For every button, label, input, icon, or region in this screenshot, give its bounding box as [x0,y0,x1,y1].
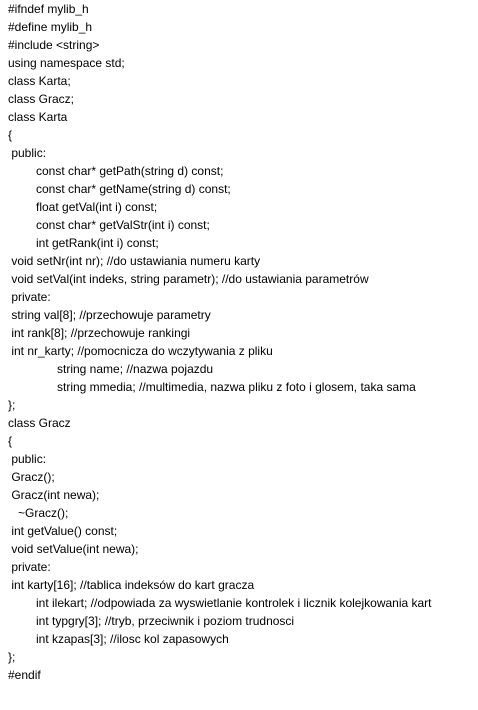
code-line: { [8,128,13,142]
code-line: class Karta [8,110,68,124]
code-line: Gracz(); [8,470,55,484]
code-line: private: [8,560,51,574]
code-line: #endif [8,668,41,682]
code-line: const char* getPath(string d) const; [36,164,224,178]
code-line: string name; //nazwa pojazdu [57,362,214,376]
code-line: private: [8,290,51,304]
code-line: int rank[8]; //przechowuje rankingi [8,326,191,340]
code-line: class Karta; [8,74,71,88]
code-line: int typgry[3]; //tryb, przeciwnik i pozi… [36,614,295,628]
code-line: #define mylib_h [8,20,93,34]
code-line: string mmedia; //multimedia, nazwa pliku… [57,380,416,394]
code-line: public: [8,146,47,160]
code-line: int kzapas[3]; //ilosc kol zapasowych [36,632,229,646]
code-line: using namespace std; [8,56,125,70]
code-line: int karty[16]; //tablica indeksów do kar… [8,578,255,592]
code-line: ~Gracz(); [18,506,69,520]
code-line: #ifndef mylib_h [8,2,89,16]
code-line: { [8,434,13,448]
code-line: int ilekart; //odpowiada za wyswietlanie… [36,596,432,610]
code-line: class Gracz [8,416,71,430]
code-line: #include <string> [8,38,100,52]
code-line: const char* getValStr(int i) const; [36,218,210,232]
code-document: #ifndef mylib_h #define mylib_h #include… [0,0,478,710]
code-line: const char* getName(string d) const; [36,182,231,196]
code-line: float getVal(int i) const; [36,200,158,214]
code-line: public: [8,452,47,466]
code-line: Gracz(int newa); [8,488,100,502]
code-line: class Gracz; [8,92,75,106]
code-line: void setValue(int newa); [8,542,139,556]
code-line: void setVal(int indeks, string parametr)… [8,272,369,286]
code-line: string val[8]; //przechowuje parametry [8,308,211,322]
code-line: int nr_karty; //pomocnicza do wczytywani… [8,344,273,358]
code-line: void setNr(int nr); //do ustawiania nume… [8,254,261,268]
code-line: int getRank(int i) const; [36,236,159,250]
code-line: }; [8,398,16,412]
code-line: }; [8,650,16,664]
code-line: int getValue() const; [8,524,118,538]
